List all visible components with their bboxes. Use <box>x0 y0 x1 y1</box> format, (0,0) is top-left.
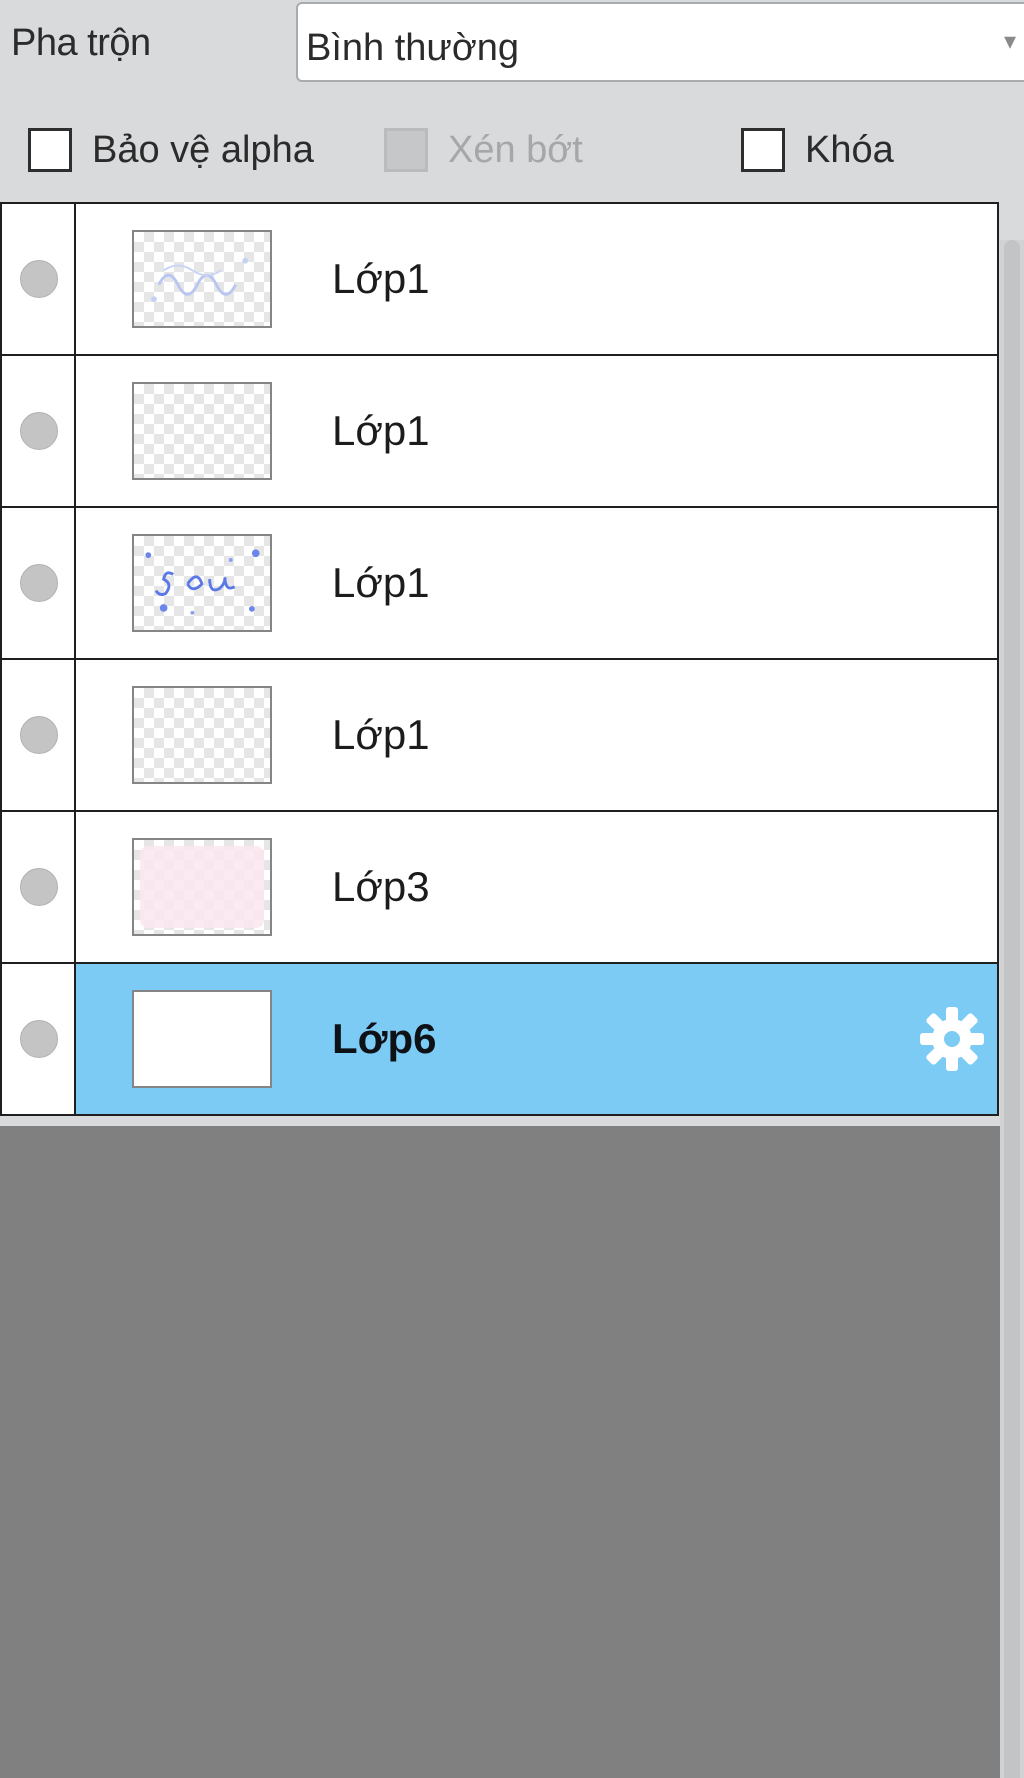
layer-name: Lớp1 <box>332 407 430 454</box>
sketch-image <box>145 549 260 615</box>
lock-option[interactable]: Khóa <box>741 125 894 175</box>
layer-row-selected[interactable]: Lớp6 <box>0 964 999 1116</box>
sketch-image <box>151 257 249 303</box>
blend-mode-value: Bình thường <box>306 27 520 69</box>
visibility-cell[interactable] <box>2 508 76 658</box>
layer-thumbnail <box>132 990 272 1088</box>
layer-name: Lớp6 <box>332 1015 437 1062</box>
layer-name: Lớp1 <box>332 711 430 758</box>
blend-mode-select[interactable]: Bình thường ▾ <box>296 2 1024 82</box>
layer-row[interactable]: Lớp1 <box>0 202 999 356</box>
layer-row[interactable]: Lớp1 <box>0 356 999 508</box>
visibility-dot-icon[interactable] <box>20 1020 58 1058</box>
visibility-dot-icon[interactable] <box>20 868 58 906</box>
layer-thumbnail <box>132 686 272 784</box>
protect-alpha-label: Bảo vệ alpha <box>92 128 314 171</box>
clipping-label: Xén bớt <box>448 128 583 171</box>
visibility-cell[interactable] <box>2 204 76 354</box>
visibility-cell[interactable] <box>2 812 76 962</box>
layer-thumbnail <box>132 838 272 936</box>
clipping-checkbox <box>384 128 428 172</box>
visibility-dot-icon[interactable] <box>20 564 58 602</box>
visibility-cell[interactable] <box>2 356 76 506</box>
protect-alpha-checkbox[interactable] <box>28 128 72 172</box>
layer-thumbnail <box>132 534 272 632</box>
lock-label: Khóa <box>805 128 894 171</box>
lock-checkbox[interactable] <box>741 128 785 172</box>
layer-properties-bar: Pha trộn Bình thường ▾ Bảo vệ alpha Xén … <box>0 0 1024 204</box>
gear-icon[interactable] <box>917 1004 987 1074</box>
blend-mode-label: Pha trộn <box>11 22 151 64</box>
visibility-cell[interactable] <box>2 964 76 1114</box>
visibility-dot-icon[interactable] <box>20 260 58 298</box>
layer-name: Lớp1 <box>332 255 430 302</box>
layer-name: Lớp1 <box>332 559 430 606</box>
chevron-down-icon: ▾ <box>1004 28 1017 55</box>
layer-name: Lớp3 <box>332 863 430 910</box>
visibility-cell[interactable] <box>2 660 76 810</box>
empty-layer-area <box>0 1126 1000 1778</box>
visibility-dot-icon[interactable] <box>20 716 58 754</box>
layer-thumbnail <box>132 382 272 480</box>
scrollbar-track[interactable] <box>1004 240 1020 1778</box>
clipping-option: Xén bớt <box>384 125 583 175</box>
protect-alpha-option[interactable]: Bảo vệ alpha <box>28 125 314 175</box>
vertical-scrollbar[interactable] <box>1000 240 1024 1778</box>
layer-row[interactable]: Lớp3 <box>0 812 999 964</box>
layer-row[interactable]: Lớp1 <box>0 660 999 812</box>
layer-row[interactable]: Lớp1 <box>0 508 999 660</box>
visibility-dot-icon[interactable] <box>20 412 58 450</box>
layer-list: Lớp1 Lớp1 Lớp1 Lớp1 Lớp3 Lớp6 <box>0 202 999 1116</box>
layer-thumbnail <box>132 230 272 328</box>
